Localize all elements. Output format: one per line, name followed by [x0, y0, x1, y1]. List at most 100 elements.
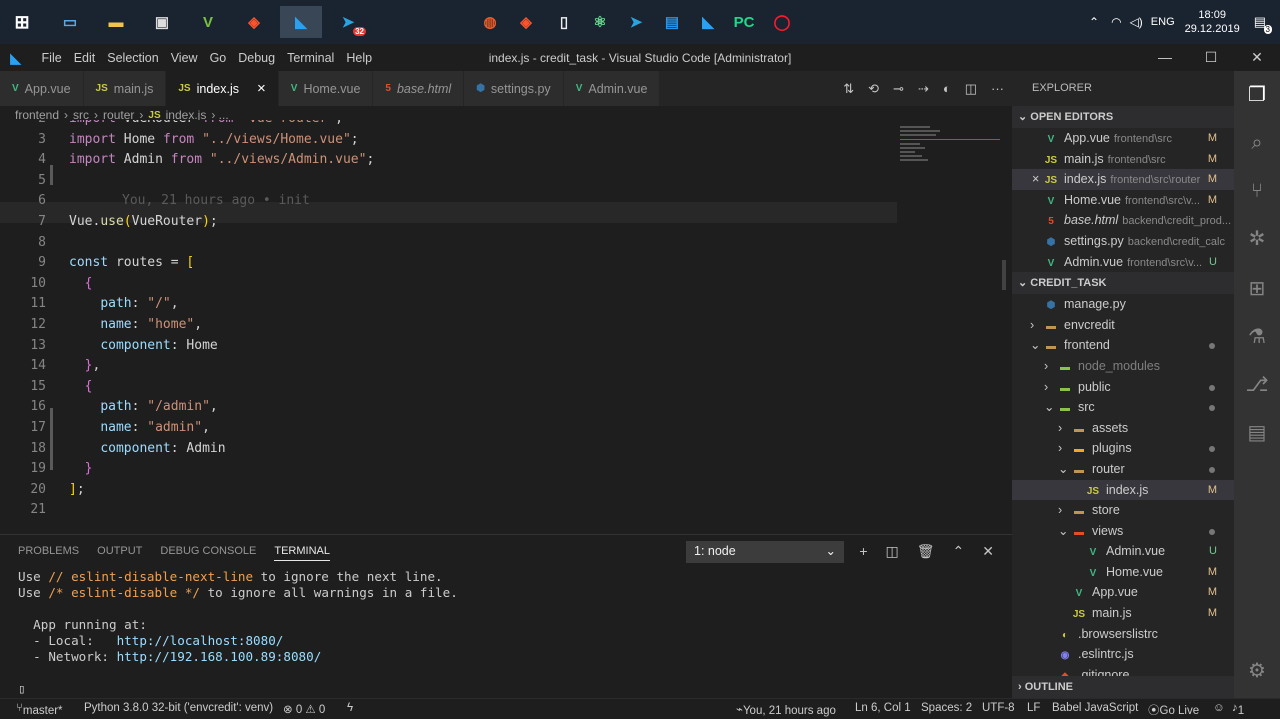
source-control-icon[interactable]: ⑂	[1245, 179, 1269, 203]
code-line[interactable]: 6 You, 21 hours ago • init	[0, 191, 900, 212]
panel-tab-output[interactable]: OUTPUT	[97, 545, 142, 561]
minimize-button[interactable]: —	[1142, 44, 1188, 71]
tree-item-main-js[interactable]: JS main.js M	[1012, 603, 1234, 624]
tree-item-views[interactable]: ⌄ ▬ views	[1012, 521, 1234, 542]
code-line[interactable]: 7 Vue.use(VueRouter);	[0, 212, 900, 233]
clock[interactable]: 18:09 29.12.2019	[1185, 8, 1240, 36]
menu-selection[interactable]: Selection	[101, 51, 164, 65]
tree-item--eslintrc-js[interactable]: ◉ .eslintrc.js	[1012, 644, 1234, 665]
open-editor-item[interactable]: V Admin.vue frontend\src\v... U	[1012, 252, 1234, 273]
code-line[interactable]: 16 path: "/admin",	[0, 397, 900, 418]
menu-go[interactable]: Go	[204, 51, 233, 65]
code-line[interactable]: 14 },	[0, 356, 900, 377]
open-editor-item[interactable]: JS main.js frontend\src M	[1012, 149, 1234, 170]
explorer-icon[interactable]: ❐	[1245, 83, 1269, 107]
open-editors-header[interactable]: ⌄ OPEN EDITORS	[1012, 106, 1234, 128]
panel-tab-terminal[interactable]: TERMINAL	[274, 545, 330, 561]
code-line[interactable]: 15 {	[0, 377, 900, 398]
tab-main-js[interactable]: JS main.js	[83, 71, 167, 106]
tree-item-frontend[interactable]: ⌄ ▬ frontend	[1012, 335, 1234, 356]
panel-tab-problems[interactable]: PROBLEMS	[18, 545, 79, 561]
editor-scrollbar[interactable]	[1000, 120, 1012, 534]
open-changes-icon[interactable]: ⟲	[868, 81, 879, 97]
maximize-panel-icon[interactable]: ⌃	[953, 543, 965, 560]
terminal-icon[interactable]: ▣	[146, 6, 178, 38]
tree-item-assets[interactable]: › ▬ assets	[1012, 418, 1234, 439]
menu-file[interactable]: File	[36, 51, 68, 65]
close-editor-icon[interactable]: ×	[1032, 169, 1039, 190]
menu-view[interactable]: View	[165, 51, 204, 65]
tree-item-router[interactable]: ⌄ ▬ router	[1012, 459, 1234, 480]
next-change-icon[interactable]: ⇢	[918, 81, 929, 97]
code-editor[interactable]: 2import VueRouter from "vue-router";3imp…	[0, 120, 1012, 534]
tab-Home-vue[interactable]: V Home.vue	[278, 71, 374, 106]
tree-item-envcredit[interactable]: › ▬ envcredit	[1012, 315, 1234, 336]
tree-item-manage-py[interactable]: ⬢ manage.py	[1012, 294, 1234, 315]
extensions-icon[interactable]: ⊞	[1245, 277, 1269, 301]
code-line[interactable]: 5	[0, 171, 900, 192]
code-line[interactable]: 11 path: "/",	[0, 294, 900, 315]
tree-item-Home-vue[interactable]: V Home.vue M	[1012, 562, 1234, 583]
telegram-center-icon[interactable]: ➤	[620, 6, 652, 38]
tree-item--browserslistrc[interactable]: ◐ .browserslistrc	[1012, 624, 1234, 645]
volume-icon[interactable]: ◁)	[1130, 15, 1143, 29]
code-line[interactable]: 21	[0, 500, 900, 521]
language-mode[interactable]: Babel JavaScript	[1052, 702, 1138, 714]
menu-help[interactable]: Help	[340, 51, 378, 65]
code-line[interactable]: 2import VueRouter from "vue-router";	[0, 120, 900, 130]
brave-center-icon[interactable]: ◈	[510, 6, 542, 38]
terminal-select[interactable]: 1: node ⌄	[686, 541, 844, 563]
menu-edit[interactable]: Edit	[68, 51, 102, 65]
code-line[interactable]: 10 {	[0, 274, 900, 295]
vscode-icon[interactable]: ◣	[280, 6, 322, 38]
close-panel-icon[interactable]: ✕	[982, 543, 994, 560]
tab-index-js[interactable]: JS index.js ×	[166, 71, 279, 106]
tree-item-store[interactable]: › ▬ store	[1012, 500, 1234, 521]
python-interpreter[interactable]: Python 3.8.0 32-bit ('envcredit': venv)	[84, 702, 273, 714]
test-icon[interactable]: ⚗	[1245, 325, 1269, 349]
open-editor-item[interactable]: × JS index.js frontend\src\router M	[1012, 169, 1234, 190]
search-icon[interactable]: ⌕	[1245, 131, 1269, 155]
menu-terminal[interactable]: Terminal	[281, 51, 340, 65]
gitlens-icon[interactable]: ◐	[943, 81, 951, 96]
encoding[interactable]: UTF-8	[982, 702, 1015, 714]
kill-terminal-icon[interactable]: 🗑	[917, 543, 935, 560]
pycharm-icon[interactable]: PC	[728, 6, 760, 38]
open-editor-item[interactable]: 5 base.html backend\credit_prod...	[1012, 210, 1234, 231]
code-line[interactable]: 9 const routes = [	[0, 253, 900, 274]
vscode-center-icon[interactable]: ◣	[692, 6, 724, 38]
tree-item-plugins[interactable]: › ▬ plugins	[1012, 438, 1234, 459]
branch-indicator[interactable]: ⑂ master*	[16, 702, 63, 717]
outline-header[interactable]: › OUTLINE	[1012, 676, 1234, 698]
cursor-position[interactable]: Ln 6, Col 1	[855, 702, 911, 714]
tab-settings-py[interactable]: ⬢ settings.py	[464, 71, 564, 106]
compare-changes-icon[interactable]: ⇅	[843, 81, 854, 97]
chevron-up-icon[interactable]: ⌃	[1089, 15, 1099, 29]
minimap[interactable]	[900, 124, 1000, 184]
tree-item-src[interactable]: ⌄ ▬ src	[1012, 397, 1234, 418]
tab-Admin-vue[interactable]: V Admin.vue	[563, 71, 661, 106]
tree-item-public[interactable]: › ▬ public	[1012, 377, 1234, 398]
notifications-icon[interactable]: ▤ 3	[1254, 14, 1272, 34]
code-line[interactable]: 13 component: Home	[0, 336, 900, 357]
vim-icon[interactable]: V	[192, 6, 224, 38]
tab-App-vue[interactable]: V App.vue	[0, 71, 84, 106]
close-window-button[interactable]: ✕	[1234, 44, 1280, 71]
postman-icon[interactable]: ◍	[474, 6, 506, 38]
split-terminal-icon[interactable]: ◫	[886, 543, 899, 560]
code-line[interactable]: 12 name: "home",	[0, 315, 900, 336]
language-indicator[interactable]: ENG	[1151, 16, 1175, 28]
git-graph-icon[interactable]: ⎇	[1245, 373, 1269, 397]
open-editor-item[interactable]: ⬢ settings.py backend\credit_calc	[1012, 231, 1234, 252]
debug-icon[interactable]: ✲	[1245, 227, 1269, 251]
tree-item-App-vue[interactable]: V App.vue M	[1012, 582, 1234, 603]
git-blame-status[interactable]: ⌁ You, 21 hours ago	[736, 702, 836, 717]
code-line[interactable]: 4 import Admin from "../views/Admin.vue";	[0, 150, 900, 171]
file-explorer-icon[interactable]: ▬	[100, 6, 132, 38]
code-line[interactable]: 8	[0, 233, 900, 254]
docker-activity-icon[interactable]: ▤	[1245, 421, 1269, 445]
indentation[interactable]: Spaces: 2	[921, 702, 972, 714]
open-editor-item[interactable]: V App.vue frontend\src M	[1012, 128, 1234, 149]
feedback-icon[interactable]: ☺	[1213, 702, 1225, 714]
new-terminal-icon[interactable]: +	[859, 543, 867, 560]
